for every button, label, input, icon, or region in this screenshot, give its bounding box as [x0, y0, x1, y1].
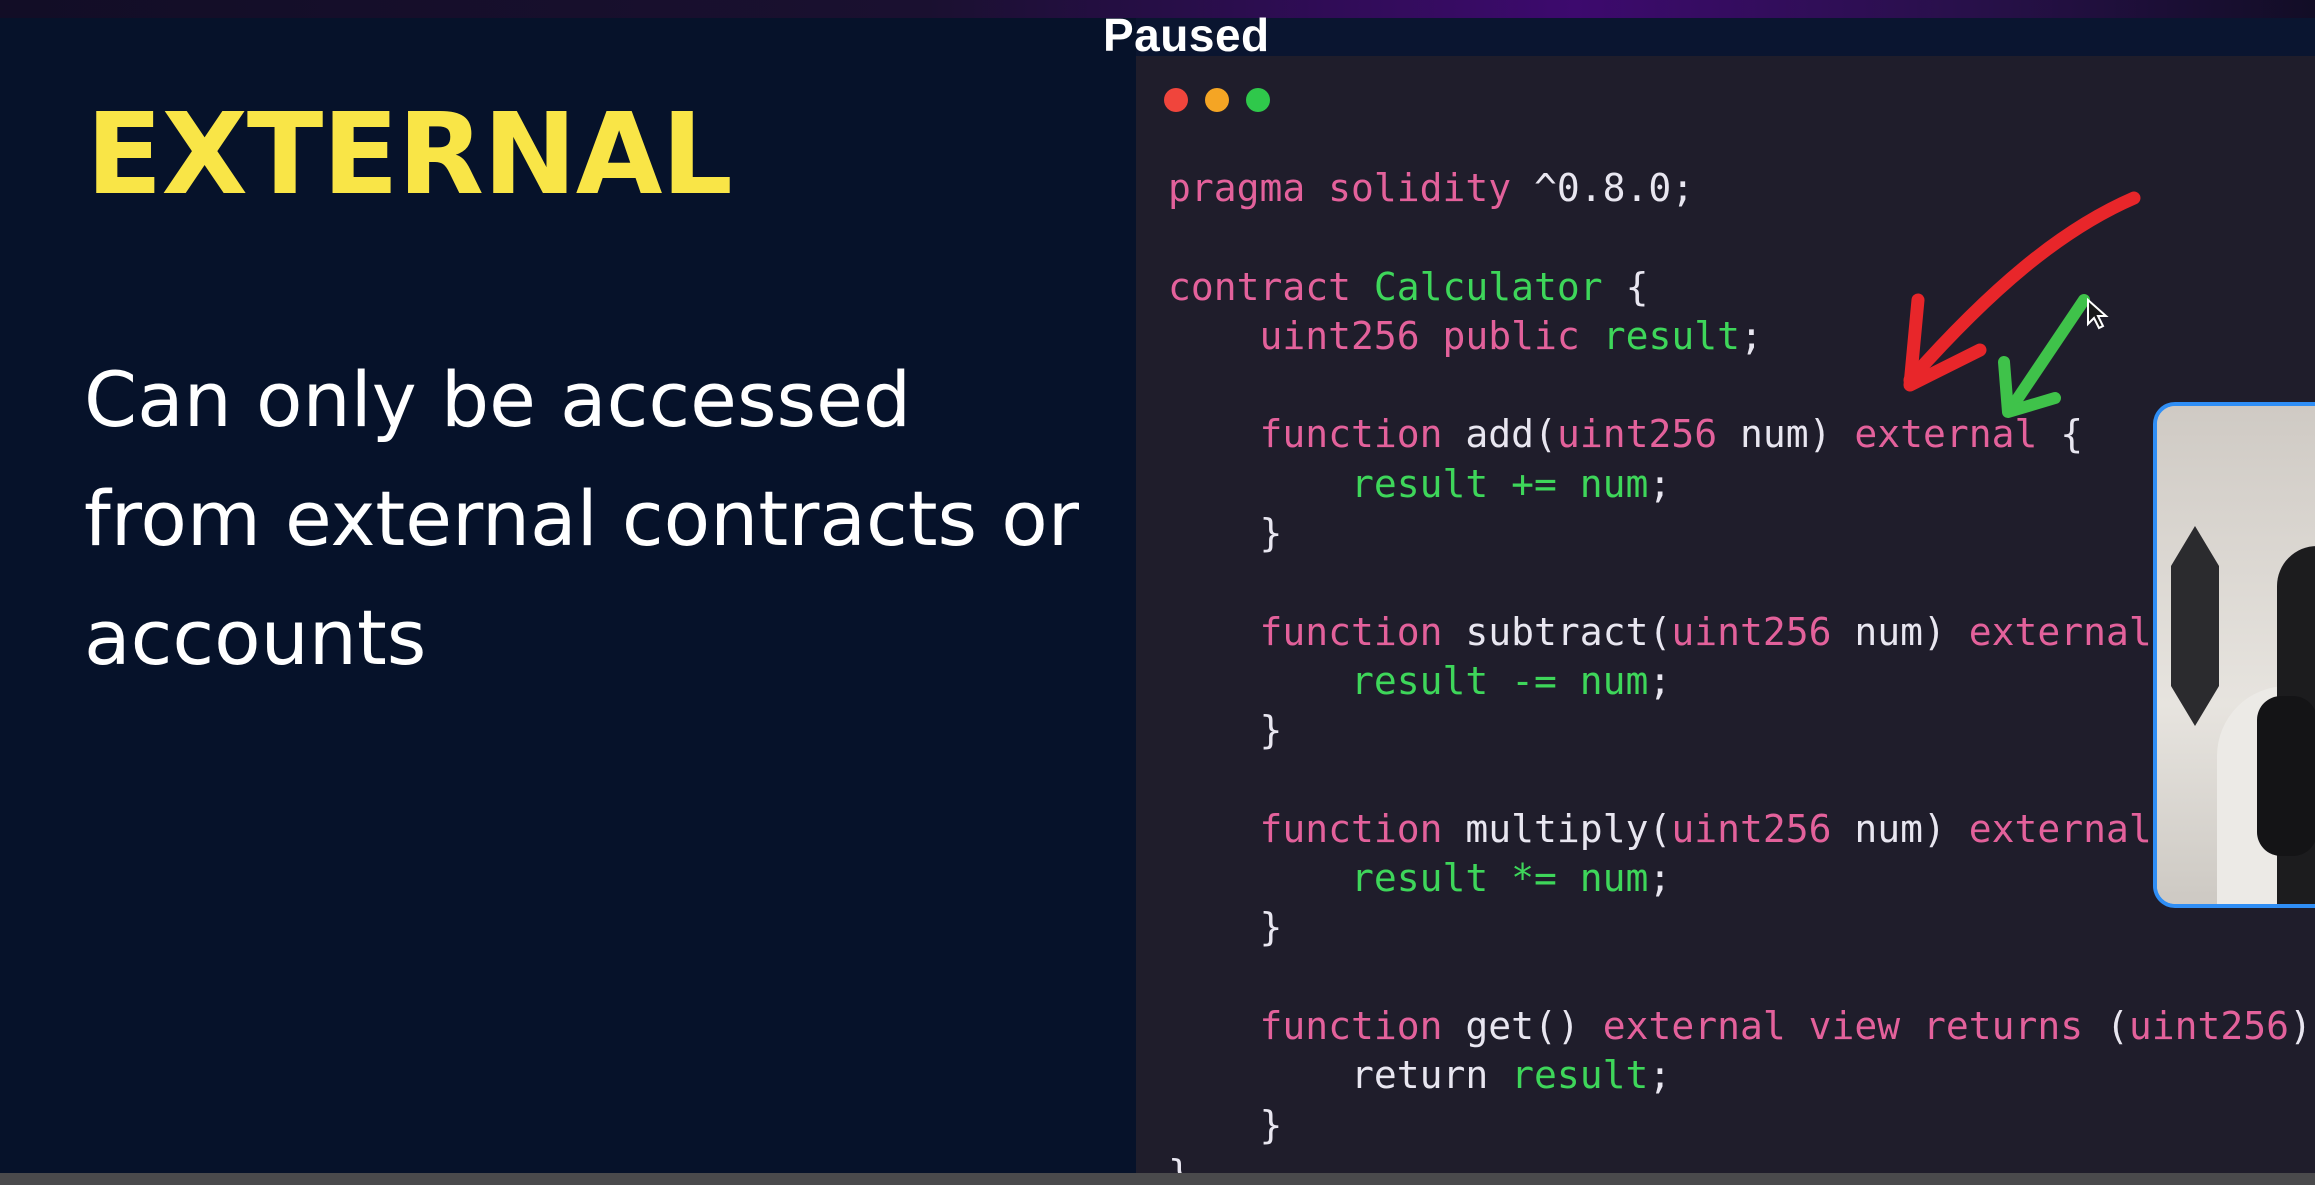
code-line: result += num;: [1168, 460, 2312, 509]
code-line: }: [1168, 903, 2312, 952]
microphone-icon: [2257, 696, 2315, 856]
code-token: }: [1168, 905, 1283, 950]
code-token: result *= num: [1168, 856, 1649, 901]
code-token: Calculator: [1373, 264, 1603, 309]
code-token: (: [2083, 1004, 2129, 1049]
code-token: ;: [1739, 313, 1763, 358]
code-line: function get() external view returns (ui…: [1168, 1002, 2312, 1051]
code-window-top: [1136, 18, 2315, 56]
code-token: contract: [1168, 264, 1374, 309]
code-token: result += num: [1168, 461, 1649, 506]
acoustic-panel: [2171, 526, 2219, 726]
cursor-icon: [2087, 297, 2109, 330]
code-token: result: [1511, 1053, 1649, 1098]
code-token: }: [1168, 708, 1283, 753]
code-token: function: [1168, 609, 1466, 654]
code-token: ;: [1648, 1053, 1672, 1098]
code-token: get(): [1465, 1004, 1603, 1049]
slide-heading: EXTERNAL: [86, 90, 733, 220]
code-token: multiply(: [1465, 806, 1672, 851]
window-close-dot: [1164, 88, 1188, 112]
code-token: uint256: [1556, 412, 1718, 457]
code-token: add(: [1465, 412, 1557, 457]
code-token: result -= num: [1168, 658, 1649, 703]
code-line: }: [1168, 509, 2312, 558]
code-token: }: [1168, 1102, 1283, 1147]
code-token: num): [1717, 412, 1855, 457]
code-token: external view returns: [1602, 1004, 2084, 1049]
code-line: result *= num;: [1168, 854, 2312, 903]
code-line: result -= num;: [1168, 657, 2312, 706]
code-token: pragma solidity: [1168, 166, 1535, 210]
code-token: result: [1602, 313, 1740, 358]
code-token: uint256: [1671, 609, 1832, 654]
code-token: ;: [1648, 856, 1672, 901]
code-token: uint256: [1671, 806, 1832, 851]
code-line: return result;: [1168, 1051, 2312, 1100]
code-token: ;: [1648, 461, 1672, 506]
code-line: }: [1168, 1150, 2312, 1173]
code-token: external: [1968, 806, 2152, 851]
code-token: num): [1831, 609, 1969, 654]
code-line: function subtract(uint256 num) external: [1168, 608, 2312, 657]
code-token: subtract(: [1465, 609, 1672, 654]
code-token: function: [1168, 412, 1466, 457]
slide-description: Can only be accessed from external contr…: [84, 355, 1080, 682]
code-token: return: [1168, 1053, 1512, 1098]
code-token: }: [1168, 511, 1283, 556]
code-token: ): [2289, 1004, 2312, 1049]
code-token: }: [1168, 1152, 1191, 1173]
red-arrow: [1903, 191, 2141, 387]
window-minimize-dot: [1205, 88, 1229, 112]
webcam-overlay: [2153, 402, 2315, 908]
code-token: num): [1831, 806, 1969, 851]
code-token: ;: [1648, 658, 1672, 703]
code-token: uint256 public: [1168, 313, 1603, 358]
annotation-arrows: [1903, 191, 2141, 418]
code-token: external: [1968, 609, 2152, 654]
code-line: function multiply(uint256 num) external: [1168, 805, 2312, 854]
code-token: function: [1168, 806, 1466, 851]
code-token: ^0.8.0;: [1534, 166, 1695, 210]
player-progress-bar[interactable]: [0, 1173, 2315, 1185]
code-token: {: [1602, 264, 1649, 309]
code-token: function: [1168, 1004, 1466, 1049]
window-maximize-dot: [1246, 88, 1270, 112]
code-token: uint256: [2128, 1004, 2290, 1049]
code-line: }: [1168, 706, 2312, 755]
green-arrow: [2004, 294, 2090, 416]
paused-status: Paused: [1103, 9, 1270, 61]
code-line: }: [1168, 1101, 2312, 1150]
